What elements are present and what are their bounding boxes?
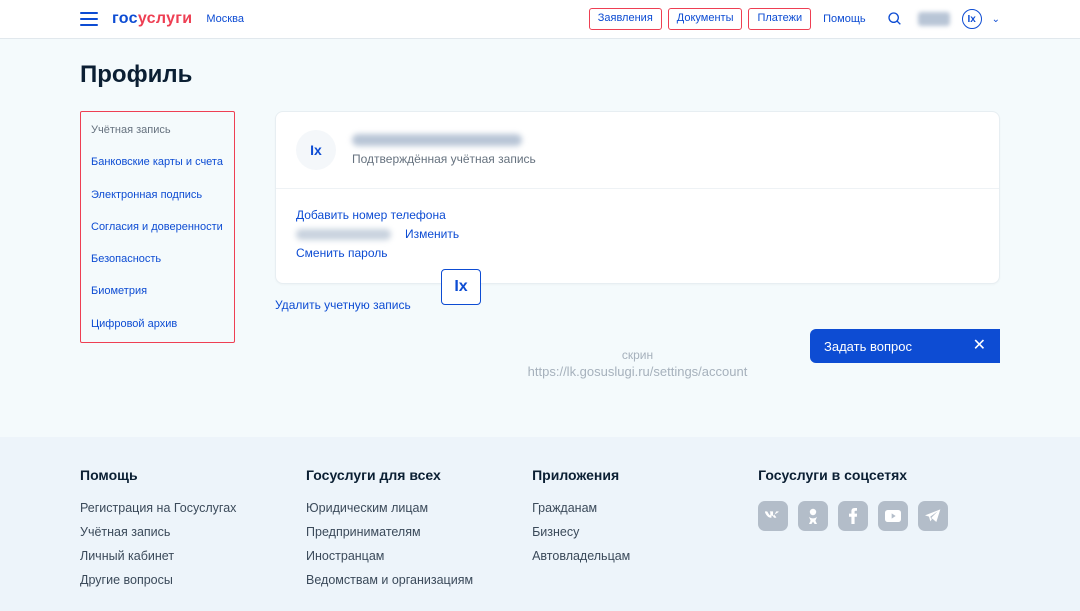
add-phone-link[interactable]: Добавить номер телефона	[296, 208, 446, 222]
footer-head: Госуслуги в соцсетях	[758, 467, 1000, 483]
sidebar-item-cards[interactable]: Банковские карты и счета	[81, 146, 234, 178]
search-icon[interactable]	[884, 8, 906, 30]
email-redacted	[296, 229, 391, 240]
vk-icon[interactable]	[758, 501, 788, 531]
sidebar-item-consents[interactable]: Согласия и доверенности	[81, 211, 234, 243]
footer-head: Приложения	[532, 467, 718, 483]
nav-payments[interactable]: Платежи	[748, 8, 811, 29]
telegram-icon[interactable]	[918, 501, 948, 531]
youtube-icon[interactable]	[878, 501, 908, 531]
floating-badge: Ix	[441, 269, 481, 305]
nav-help[interactable]: Помощь	[817, 10, 872, 28]
chevron-down-icon[interactable]: ⌄	[992, 14, 1000, 25]
delete-account-link[interactable]: Удалить учетную запись	[275, 298, 411, 312]
footer-link[interactable]: Иностранцам	[306, 549, 492, 563]
facebook-icon[interactable]	[838, 501, 868, 531]
footer-link[interactable]: Гражданам	[532, 501, 718, 515]
footer-link[interactable]: Учётная запись	[80, 525, 266, 539]
footer-link[interactable]: Юридическим лицам	[306, 501, 492, 515]
footer-col-help: Помощь Регистрация на Госуслугах Учётная…	[80, 467, 266, 597]
sidebar-item-archive[interactable]: Цифровой архив	[81, 308, 234, 340]
account-card: Ix Подтверждённая учётная запись Добавит…	[275, 111, 1000, 284]
logo-text-blue: гос	[112, 10, 138, 27]
footer-head: Помощь	[80, 467, 266, 483]
profile-sidebar: Учётная запись Банковские карты и счета …	[80, 111, 235, 343]
footer-link[interactable]: Личный кабинет	[80, 549, 266, 563]
top-nav: Заявления Документы Платежи Помощь Ix ⌄	[589, 8, 1000, 30]
sidebar-item-biometry[interactable]: Биометрия	[81, 275, 234, 307]
site-logo[interactable]: госуслуги	[112, 10, 192, 28]
change-password-link[interactable]: Сменить пароль	[296, 246, 388, 260]
footer-col-apps: Приложения Гражданам Бизнесу Автовладель…	[532, 467, 718, 597]
footer-link[interactable]: Бизнесу	[532, 525, 718, 539]
caption-url: https://lk.gosuslugi.ru/settings/account	[275, 364, 1000, 379]
logo-text-red: услуги	[138, 10, 193, 27]
change-email-link[interactable]: Изменить	[405, 227, 459, 241]
sidebar-item-security[interactable]: Безопасность	[81, 243, 234, 275]
nav-applications[interactable]: Заявления	[589, 8, 662, 29]
page-title: Профиль	[80, 61, 1000, 89]
user-name-redacted	[918, 12, 950, 26]
ok-icon[interactable]	[798, 501, 828, 531]
ask-question-label: Задать вопрос	[824, 339, 912, 354]
footer-link[interactable]: Ведомствам и организациям	[306, 573, 492, 587]
footer-col-social: Госуслуги в соцсетях	[758, 467, 1000, 597]
menu-burger-icon[interactable]	[80, 12, 98, 26]
footer-col-all: Госуслуги для всех Юридическим лицам Пре…	[306, 467, 492, 597]
city-selector[interactable]: Москва	[206, 13, 244, 25]
sidebar-item-signature[interactable]: Электронная подпись	[81, 179, 234, 211]
nav-documents[interactable]: Документы	[668, 8, 743, 29]
footer-link[interactable]: Автовладельцам	[532, 549, 718, 563]
footer-head: Госуслуги для всех	[306, 467, 492, 483]
close-icon[interactable]: ✕	[973, 338, 986, 354]
footer-link[interactable]: Другие вопросы	[80, 573, 266, 587]
footer-link[interactable]: Регистрация на Госуслугах	[80, 501, 266, 515]
avatar-large: Ix	[296, 130, 336, 170]
top-header: госуслуги Москва Заявления Документы Пла…	[0, 0, 1080, 39]
site-footer: Помощь Регистрация на Госуслугах Учётная…	[0, 437, 1080, 611]
footer-link[interactable]: Предпринимателям	[306, 525, 492, 539]
user-avatar-mini[interactable]: Ix	[962, 9, 982, 29]
ask-question-button[interactable]: Задать вопрос ✕	[810, 329, 1000, 363]
full-name-redacted	[352, 134, 522, 146]
account-status: Подтверждённая учётная запись	[352, 152, 536, 166]
sidebar-item-account[interactable]: Учётная запись	[81, 114, 234, 146]
page-body: Профиль Учётная запись Банковские карты …	[80, 39, 1000, 379]
